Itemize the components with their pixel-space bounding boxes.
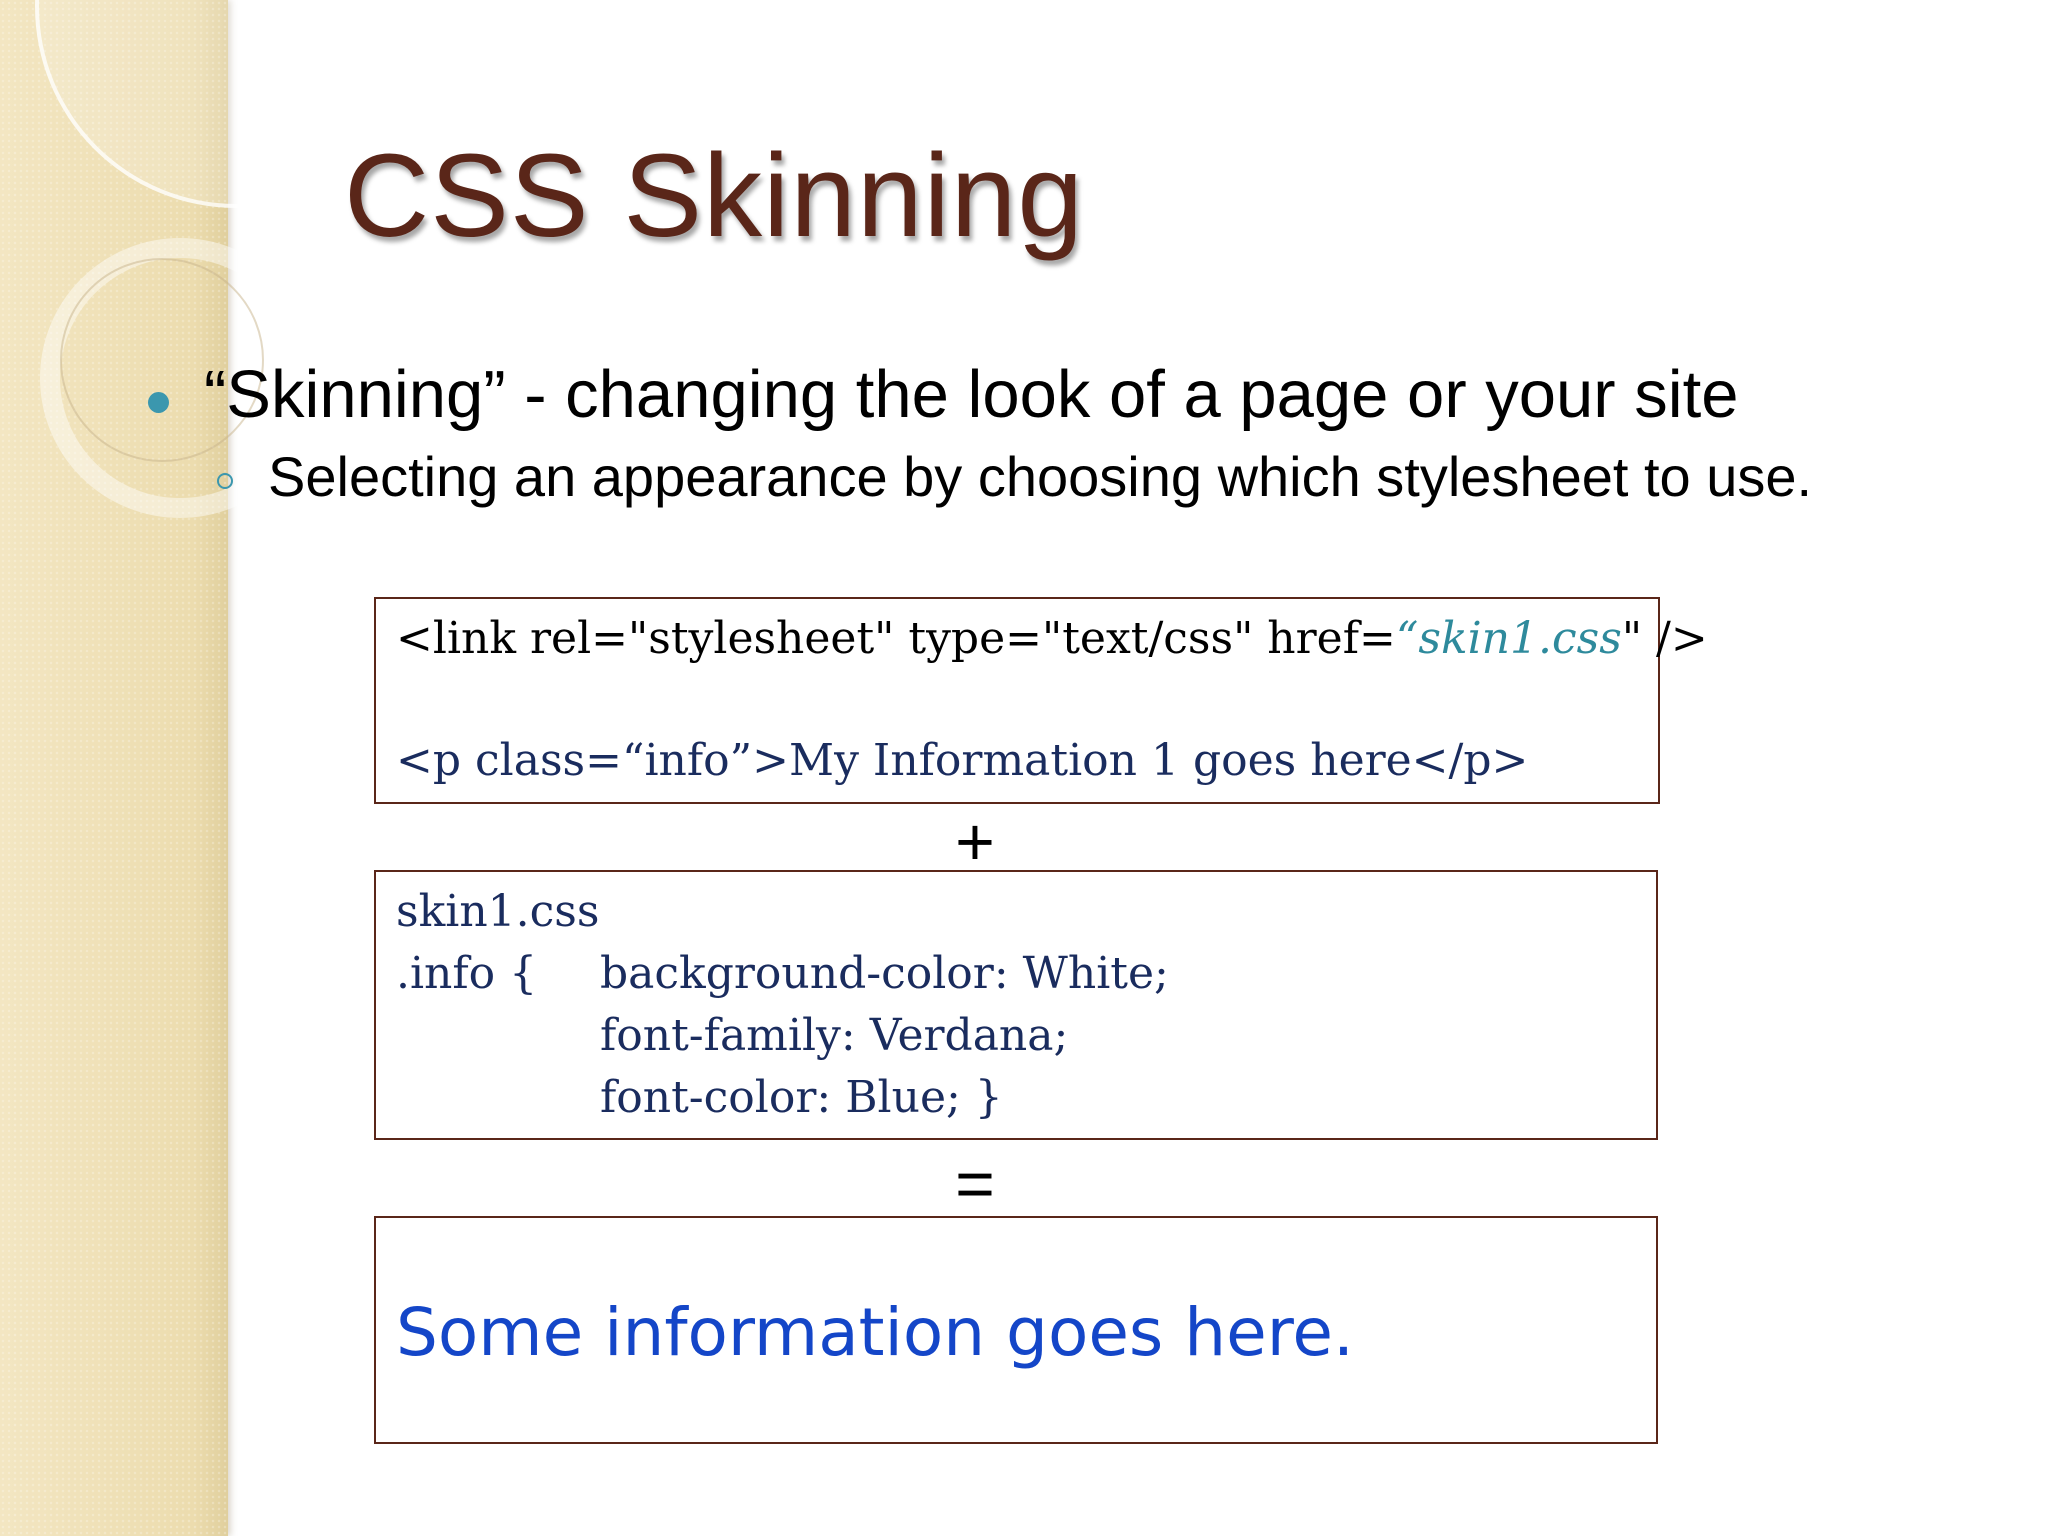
css-filename: skin1.css: [396, 886, 600, 937]
decorative-side-band: [0, 0, 228, 1536]
link-tag-line: <link rel="stylesheet" type="text/css" h…: [396, 613, 1708, 664]
link-tag-prefix: <link rel="stylesheet" type="text/css" h…: [396, 613, 1396, 664]
bullet-level1: “Skinning” - changing the look of a page…: [204, 357, 1739, 432]
paragraph-tag-line: <p class=“info”>My Information 1 goes he…: [396, 735, 1529, 786]
css-code-box: skin1.css .info { background-color: Whit…: [374, 870, 1658, 1140]
equals-symbol: =: [955, 1146, 995, 1222]
css-selector: .info {: [396, 948, 538, 999]
css-property: background-color: White;: [600, 948, 1169, 999]
plus-symbol: +: [955, 804, 995, 880]
bullet-dot-icon: [148, 392, 169, 413]
result-preview-box: Some information goes here.: [374, 1216, 1658, 1444]
link-href-value: “skin1.css: [1395, 613, 1622, 664]
result-text: Some information goes here.: [396, 1294, 1354, 1371]
slide-title: CSS Skinning: [344, 130, 1085, 262]
css-property: font-family: Verdana;: [600, 1010, 1069, 1061]
bullet-level2: Selecting an appearance by choosing whic…: [268, 445, 1813, 508]
css-property: font-color: Blue; }: [600, 1072, 1003, 1123]
link-tag-suffix: " />: [1621, 613, 1708, 664]
html-code-box: <link rel="stylesheet" type="text/css" h…: [374, 597, 1708, 804]
bullet-circle-icon: [217, 473, 233, 489]
